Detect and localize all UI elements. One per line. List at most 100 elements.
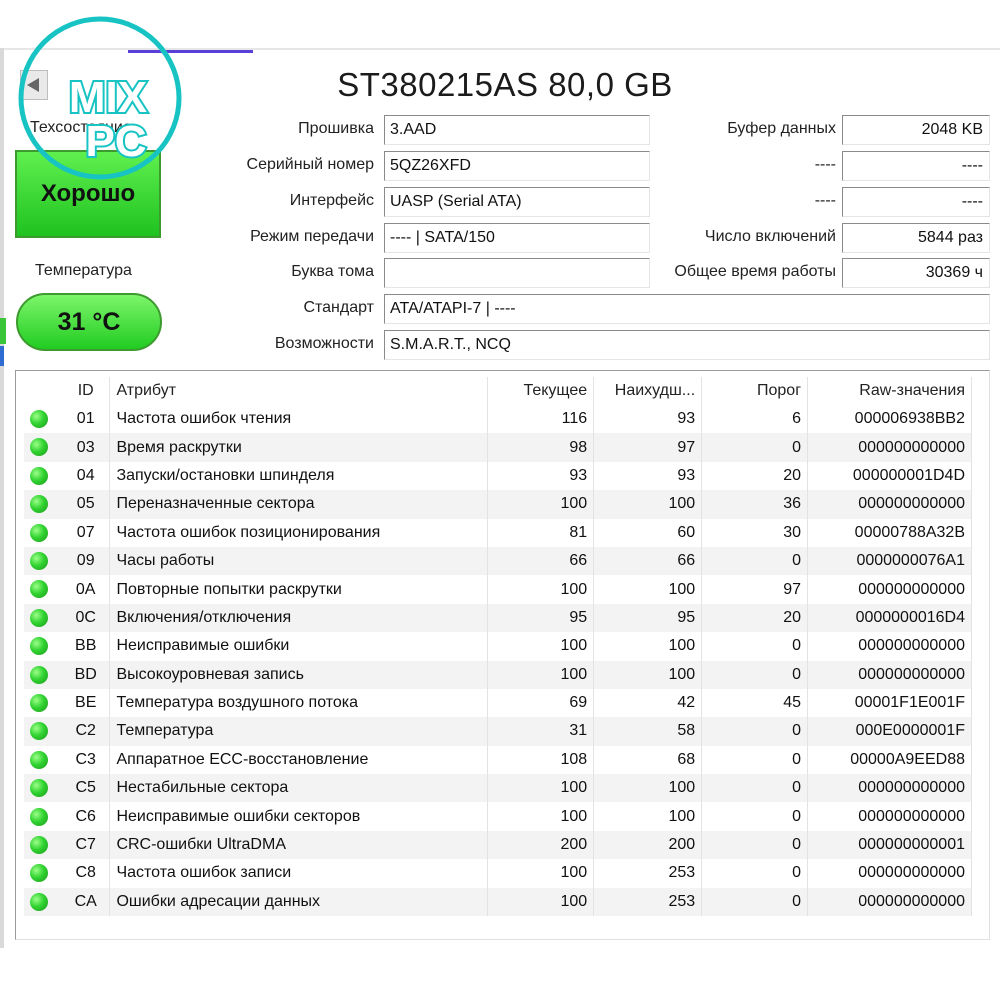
smart-row[interactable]: C3 Аппаратное ECC-восстановление 108 68 0 000… <box>24 745 972 775</box>
attribute-current: 100 <box>487 660 595 689</box>
attribute-threshold: 6 <box>701 405 809 434</box>
temperature-label: Температура <box>35 262 132 279</box>
window-left-edge <box>0 48 4 948</box>
smart-row[interactable]: C5 Нестабильные сектора 100 100 0 00000000000… <box>24 774 972 803</box>
interface-label: Интерфейс <box>289 192 374 209</box>
smart-row[interactable]: C6 Неисправимые ошибки секторов 100 100 0 000… <box>24 802 972 831</box>
smart-header-row: ID Атрибут Текущее Наихудш... Порог Raw-… <box>24 377 972 405</box>
threshold-column-header[interactable]: Порог <box>701 377 809 405</box>
attribute-threshold: 97 <box>701 575 809 604</box>
attribute-worst: 95 <box>593 603 703 633</box>
smart-row[interactable]: 0A Повторные попытки раскрутки 100 100 97 000… <box>24 575 972 604</box>
attribute-raw: 000000000000 <box>807 774 972 803</box>
attribute-raw: 000000000000 <box>807 660 972 689</box>
smart-row[interactable]: BB Неисправимые ошибки 100 100 0 000000000000 <box>24 632 972 661</box>
smart-table[interactable]: ID Атрибут Текущее Наихудш... Порог Raw-… <box>15 370 990 940</box>
attribute-current: 95 <box>487 603 595 633</box>
attribute-current: 31 <box>487 717 595 746</box>
smart-row[interactable]: 0C Включения/отключения 95 95 20 0000000016D4 <box>24 603 972 633</box>
attribute-name: Переназначенные сектора <box>109 490 489 519</box>
attribute-raw: 000000000000 <box>807 575 972 604</box>
attribute-current: 100 <box>487 802 595 831</box>
attribute-name: Время раскрутки <box>109 433 489 462</box>
smart-row[interactable]: 09 Часы работы 66 66 0 0000000076A1 <box>24 546 972 576</box>
standard-field: ATA/ATAPI-7 | ---- <box>384 294 990 324</box>
attribute-raw: 000000000000 <box>807 433 972 462</box>
smart-row[interactable]: 01 Частота ошибок чтения 116 93 6 000006938BB… <box>24 405 972 434</box>
attribute-worst: 97 <box>593 433 703 462</box>
smart-row[interactable]: BD Высокоуровневая запись 100 100 0 000000000… <box>24 660 972 689</box>
status-cell <box>24 490 62 519</box>
attribute-threshold: 0 <box>701 830 809 860</box>
logo-text-pc: PC <box>85 117 146 166</box>
raw-column-header[interactable]: Raw-значения <box>807 377 972 405</box>
attribute-threshold: 0 <box>701 802 809 831</box>
attribute-current: 100 <box>487 490 595 519</box>
power-on-hours-label: Общее время работы <box>674 263 836 280</box>
attribute-raw: 000000000000 <box>807 887 972 917</box>
attribute-worst: 93 <box>593 461 703 491</box>
smart-row[interactable]: 04 Запуски/остановки шпинделя 93 93 20 000000… <box>24 461 972 491</box>
smart-row[interactable]: 07 Частота ошибок позиционирования 81 60 30 0… <box>24 518 972 547</box>
attribute-id: 01 <box>61 405 111 434</box>
smart-row[interactable]: C7 CRC-ошибки UltraDMA 200 200 0 000000000001 <box>24 830 972 860</box>
attribute-current: 100 <box>487 887 595 917</box>
attribute-threshold: 20 <box>701 603 809 633</box>
status-column-header <box>24 377 62 405</box>
smart-row[interactable]: CA Ошибки адресации данных 100 253 0 00000000… <box>24 887 972 917</box>
attribute-raw: 000006938BB2 <box>807 405 972 434</box>
status-cell <box>24 746 62 774</box>
attribute-raw: 000000000000 <box>807 859 972 888</box>
attribute-current: 100 <box>487 774 595 803</box>
smart-row[interactable]: 05 Переназначенные сектора 100 100 36 0000000… <box>24 490 972 519</box>
status-good-icon <box>30 693 48 712</box>
current-column-header[interactable]: Текущее <box>487 377 595 405</box>
smart-row[interactable]: BE Температура воздушного потока 69 42 45 000… <box>24 688 972 718</box>
smart-row[interactable]: C2 Температура 31 58 0 000E0000001F <box>24 717 972 746</box>
status-good-icon <box>30 523 48 542</box>
empty-field-1: ---- <box>842 151 990 181</box>
status-cell <box>24 546 62 576</box>
status-cell <box>24 433 62 462</box>
volume-letter-label: Буква тома <box>291 263 374 280</box>
attribute-worst: 60 <box>593 518 703 547</box>
logo-text-mix: MIX <box>69 73 147 122</box>
status-cell <box>24 519 62 547</box>
attribute-threshold: 30 <box>701 518 809 547</box>
status-cell <box>24 632 62 660</box>
smart-row[interactable]: 03 Время раскрутки 98 97 0 000000000000 <box>24 433 972 462</box>
interface-field: UASP (Serial ATA) <box>384 187 650 217</box>
status-good-icon <box>30 807 48 826</box>
status-cell <box>24 603 62 633</box>
attribute-id: C2 <box>61 717 111 746</box>
empty-label-2: ---- <box>814 192 836 209</box>
status-cell <box>24 689 62 717</box>
status-good-icon <box>30 892 48 911</box>
attribute-name: Нестабильные сектора <box>109 774 489 803</box>
firmware-field: 3.AAD <box>384 115 650 145</box>
attribute-id: C5 <box>61 774 111 803</box>
side-status-strip <box>0 318 6 344</box>
status-good-icon <box>30 410 48 429</box>
smart-row[interactable]: C8 Частота ошибок записи 100 253 0 0000000000… <box>24 859 972 888</box>
attribute-raw: 000000000000 <box>807 802 972 831</box>
attribute-name: Температура воздушного потока <box>109 688 489 718</box>
attribute-raw: 000000000000 <box>807 632 972 661</box>
firmware-label: Прошивка <box>298 120 374 137</box>
status-cell <box>24 802 62 830</box>
attribute-name: Часы работы <box>109 546 489 576</box>
attribute-raw: 00000A9EED88 <box>807 745 972 775</box>
attribute-worst: 58 <box>593 717 703 746</box>
attribute-column-header[interactable]: Атрибут <box>109 377 489 405</box>
attribute-current: 116 <box>487 405 595 434</box>
attribute-threshold: 0 <box>701 717 809 746</box>
empty-label-1: ---- <box>814 156 836 173</box>
attribute-threshold: 0 <box>701 887 809 917</box>
power-on-count-field: 5844 раз <box>842 223 990 253</box>
id-column-header[interactable]: ID <box>61 377 111 405</box>
attribute-worst: 100 <box>593 660 703 689</box>
attribute-worst: 100 <box>593 575 703 604</box>
worst-column-header[interactable]: Наихудш... <box>593 377 703 405</box>
attribute-worst: 100 <box>593 632 703 661</box>
temperature-indicator[interactable]: 31 °C <box>16 293 162 351</box>
